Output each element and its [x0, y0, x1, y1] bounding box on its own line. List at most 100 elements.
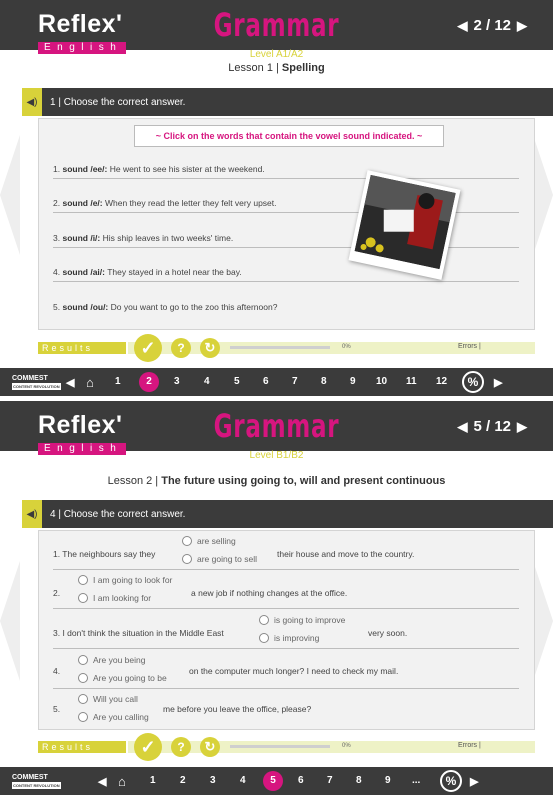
nav-page-9[interactable]: 9 — [350, 376, 356, 387]
question-lead: 5. — [53, 704, 61, 714]
option-label: Are you calling — [93, 712, 149, 722]
nav-page-3[interactable]: 3 — [210, 775, 216, 786]
nav-page-8[interactable]: 8 — [356, 775, 362, 786]
check-icon[interactable]: ✓ — [134, 334, 162, 362]
next-page-icon[interactable]: ▶ — [517, 18, 527, 34]
nav-page-5[interactable]: 5 — [234, 376, 240, 387]
radio-button[interactable] — [259, 615, 269, 625]
sentence-text[interactable]: Do you want to go to the zoo this aftern… — [111, 302, 278, 312]
nav-page-1[interactable]: 1 — [150, 775, 156, 786]
answer-option[interactable]: is improving — [259, 633, 319, 643]
bottom-nav: COMMEST CONTENT REVOLUTION ◀ ⌂ 1 2 3 4 5… — [0, 767, 553, 795]
sentence-number: 3. — [53, 233, 61, 243]
check-icon[interactable]: ✓ — [134, 733, 162, 761]
answer-option[interactable]: I am looking for — [78, 593, 151, 603]
sentence-text[interactable]: He went to see his sister at the weekend… — [110, 164, 265, 174]
next-arrow-ghost[interactable] — [533, 135, 553, 255]
home-icon[interactable]: ⌂ — [86, 375, 94, 390]
radio-button[interactable] — [182, 554, 192, 564]
nav-page-3[interactable]: 3 — [174, 376, 180, 387]
progress-bar — [230, 346, 330, 349]
results-label: Results — [38, 741, 126, 753]
radio-button[interactable] — [78, 593, 88, 603]
lesson-name: The future using going to, will and pres… — [161, 475, 446, 487]
sound-label: sound /i/: — [62, 233, 101, 243]
percent-icon[interactable]: % — [440, 770, 462, 792]
exercise-content: ~ Click on the words that contain the vo… — [38, 118, 535, 330]
hint-icon[interactable]: ? — [171, 737, 191, 757]
nav-page-12[interactable]: 12 — [436, 376, 447, 387]
nav-page-7[interactable]: 7 — [292, 376, 298, 387]
nav-page-10[interactable]: 10 — [376, 376, 387, 387]
nav-page-5[interactable]: 5 — [263, 771, 283, 791]
answer-option[interactable]: are going to sell — [182, 554, 257, 564]
option-label: is improving — [274, 633, 320, 643]
nav-next-icon[interactable]: ▶ — [470, 775, 478, 788]
nav-page-2[interactable]: 2 — [180, 775, 186, 786]
radio-button[interactable] — [78, 655, 88, 665]
speaker-icon[interactable]: ◀) — [22, 88, 42, 116]
nav-page-6[interactable]: 6 — [298, 775, 304, 786]
next-page-icon[interactable]: ▶ — [517, 419, 527, 435]
next-arrow-ghost[interactable] — [533, 561, 553, 681]
sentence-text[interactable]: When they read the letter they felt very… — [105, 198, 277, 208]
nav-page-1[interactable]: 1 — [115, 376, 121, 387]
answer-option[interactable]: I am going to look for — [78, 575, 172, 585]
nav-prev-icon[interactable]: ◀ — [98, 775, 106, 788]
nav-page-11[interactable]: 11 — [406, 376, 417, 387]
radio-button[interactable] — [78, 673, 88, 683]
home-icon[interactable]: ⌂ — [118, 774, 126, 789]
sound-label: sound /e/: — [62, 198, 103, 208]
prev-arrow-ghost[interactable] — [0, 561, 20, 681]
nav-prev-icon[interactable]: ◀ — [66, 376, 74, 389]
reset-icon[interactable]: ↻ — [200, 737, 220, 757]
radio-button[interactable] — [78, 712, 88, 722]
answer-option[interactable]: Are you being — [78, 655, 145, 665]
page-counter: 2 / 12 — [473, 17, 511, 34]
level-label: Level B1/B2 — [249, 450, 304, 461]
reset-icon[interactable]: ↻ — [200, 338, 220, 358]
prev-page-icon[interactable]: ◀ — [457, 419, 467, 435]
page-title: Grammar — [213, 6, 340, 44]
sound-label: sound /ai/: — [62, 267, 105, 277]
question-lead: 1. The neighbours say they — [53, 549, 156, 559]
nav-page-7[interactable]: 7 — [327, 775, 333, 786]
speaker-icon[interactable]: ◀) — [22, 500, 42, 528]
errors-label: Errors | — [458, 343, 481, 350]
percent-icon[interactable]: % — [462, 371, 484, 393]
radio-button[interactable] — [78, 694, 88, 704]
instruction-text: 1 | Choose the correct answer. — [50, 96, 186, 108]
answer-option[interactable]: are selling — [182, 536, 236, 546]
answer-option[interactable]: Are you calling — [78, 712, 149, 722]
radio-button[interactable] — [182, 536, 192, 546]
percent-label: 0% — [342, 743, 351, 749]
answer-option[interactable]: Are you going to be — [78, 673, 167, 683]
percent-label: 0% — [342, 344, 351, 350]
nav-page-8[interactable]: 8 — [321, 376, 327, 387]
hint-icon[interactable]: ? — [171, 338, 191, 358]
nav-page-2[interactable]: 2 — [139, 372, 159, 392]
sentence-text[interactable]: They stayed in a hotel near the bay. — [107, 267, 242, 277]
nav-page-4[interactable]: 4 — [204, 376, 210, 387]
nav-page-9[interactable]: 9 — [385, 775, 391, 786]
instruction-bar: ◀) 1 | Choose the correct answer. — [22, 88, 553, 116]
nav-next-icon[interactable]: ▶ — [494, 376, 502, 389]
prev-arrow-ghost[interactable] — [0, 135, 20, 255]
brand-name: COMMEST — [12, 374, 48, 382]
nav-ellipsis: ... — [412, 775, 421, 786]
sentence-number: 4. — [53, 267, 61, 277]
nav-page-4[interactable]: 4 — [240, 775, 246, 786]
results-bar: Results ✓ ? ↻ 0% Errors | — [38, 334, 535, 362]
prev-page-icon[interactable]: ◀ — [457, 18, 467, 34]
radio-button[interactable] — [78, 575, 88, 585]
option-label: are going to sell — [197, 554, 258, 564]
radio-button[interactable] — [259, 633, 269, 643]
page-title: Grammar — [213, 407, 340, 445]
lesson-title: Lesson 1 | Spelling — [0, 62, 553, 74]
sentence-text[interactable]: His ship leaves in two weeks' time. — [103, 233, 234, 243]
brand-name: COMMEST — [12, 773, 48, 781]
exercise-panel-1: Reflex' English Grammar ◀ 2 / 12 ▶ Level… — [0, 0, 553, 398]
answer-option[interactable]: Will you call — [78, 694, 138, 704]
answer-option[interactable]: is going to improve — [259, 615, 345, 625]
nav-page-6[interactable]: 6 — [263, 376, 269, 387]
